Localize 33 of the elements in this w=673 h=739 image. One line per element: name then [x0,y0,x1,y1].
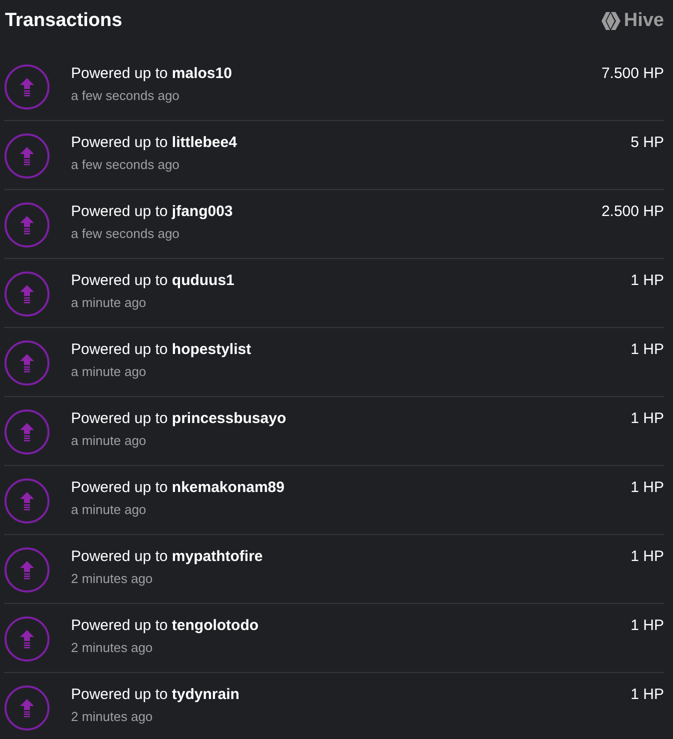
transaction-amount: 1 HP [630,271,664,290]
hexagon-logo-icon [600,12,621,30]
transaction-title: Powered up to malos10 [71,65,232,83]
transaction-title: Powered up to princessbusayo [71,410,286,428]
transaction-title: Powered up to tydynrain [71,686,240,704]
transaction-title: Powered up to littlebee4 [71,134,237,152]
transaction-time: a minute ago [71,364,146,380]
transaction-amount: 1 HP [630,547,664,566]
transaction-amount: 2.500 HP [601,202,664,221]
transaction-amount: 1 HP [630,685,664,704]
transaction-amount: 1 HP [630,616,664,635]
transaction-amount: 1 HP [630,409,664,428]
brand-name: Hive [624,10,664,32]
transaction-time: 2 minutes ago [71,571,153,587]
transaction-title: Powered up to tengolotodo [71,617,259,635]
transaction-title: Powered up to hopestylist [71,341,252,359]
transaction-time: a minute ago [71,502,146,518]
transaction-time: a few seconds ago [71,226,180,242]
transaction-title: Powered up to quduus1 [71,272,234,290]
transaction-title: Powered up to mypathtofire [71,548,263,566]
transaction-time: a few seconds ago [71,157,180,173]
transaction-title: Powered up to nkemakonam89 [71,479,284,497]
transaction-amount: 7.500 HP [601,64,664,83]
transaction-time: a minute ago [71,433,146,449]
page-title: Transactions [5,10,122,32]
transaction-time: 2 minutes ago [71,640,153,656]
transaction-time: a minute ago [71,295,146,311]
transaction-amount: 5 HP [630,133,664,152]
transaction-time: 2 minutes ago [71,709,153,725]
transaction-amount: 1 HP [630,340,664,359]
transaction-amount: 1 HP [630,478,664,497]
transaction-title: Powered up to jfang003 [71,203,233,221]
transaction-time: a few seconds ago [71,88,180,104]
